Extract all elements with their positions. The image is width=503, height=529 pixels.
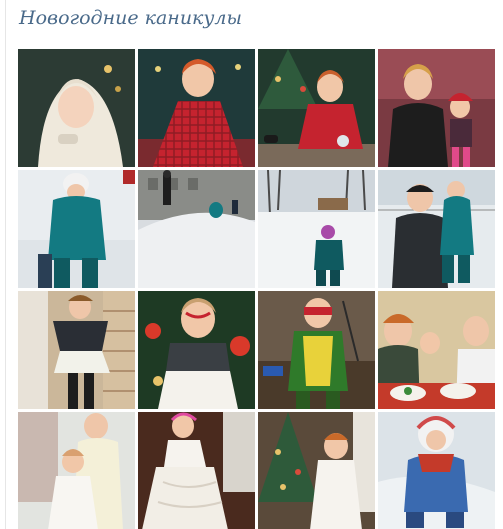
photo-thumbnail-13[interactable] [18,412,135,529]
photo-image [18,170,135,288]
photo-image [378,291,495,409]
photo-image [18,291,135,409]
photo-image [378,49,495,167]
photo-thumbnail-10[interactable] [138,291,255,409]
photo-thumbnail-3[interactable] [258,49,375,167]
photo-thumbnail-11[interactable] [258,291,375,409]
photo-thumbnail-4[interactable] [378,49,495,167]
photo-thumbnail-15[interactable] [258,412,375,529]
photo-thumbnail-12[interactable] [378,291,495,409]
photo-thumbnail-9[interactable] [18,291,135,409]
divider [5,0,6,529]
photo-thumbnail-2[interactable] [138,49,255,167]
album-page: Новогодние каникулы [0,0,503,529]
photo-image [18,49,135,167]
photo-image [378,412,495,529]
photo-image [258,412,375,529]
photo-thumbnail-8[interactable] [378,170,495,288]
photo-image [258,291,375,409]
photo-thumbnail-5[interactable] [18,170,135,288]
photo-thumbnail-14[interactable] [138,412,255,529]
photo-image [18,412,135,529]
photo-thumbnail-1[interactable] [18,49,135,167]
photo-image [138,412,255,529]
photo-grid [18,49,496,529]
photo-image [258,49,375,167]
photo-image [138,170,255,288]
photo-thumbnail-7[interactable] [258,170,375,288]
photo-image [378,170,495,288]
photo-thumbnail-6[interactable] [138,170,255,288]
photo-thumbnail-16[interactable] [378,412,495,529]
photo-image [138,291,255,409]
photo-image [258,170,375,288]
album-title[interactable]: Новогодние каникулы [19,7,242,29]
photo-image [138,49,255,167]
